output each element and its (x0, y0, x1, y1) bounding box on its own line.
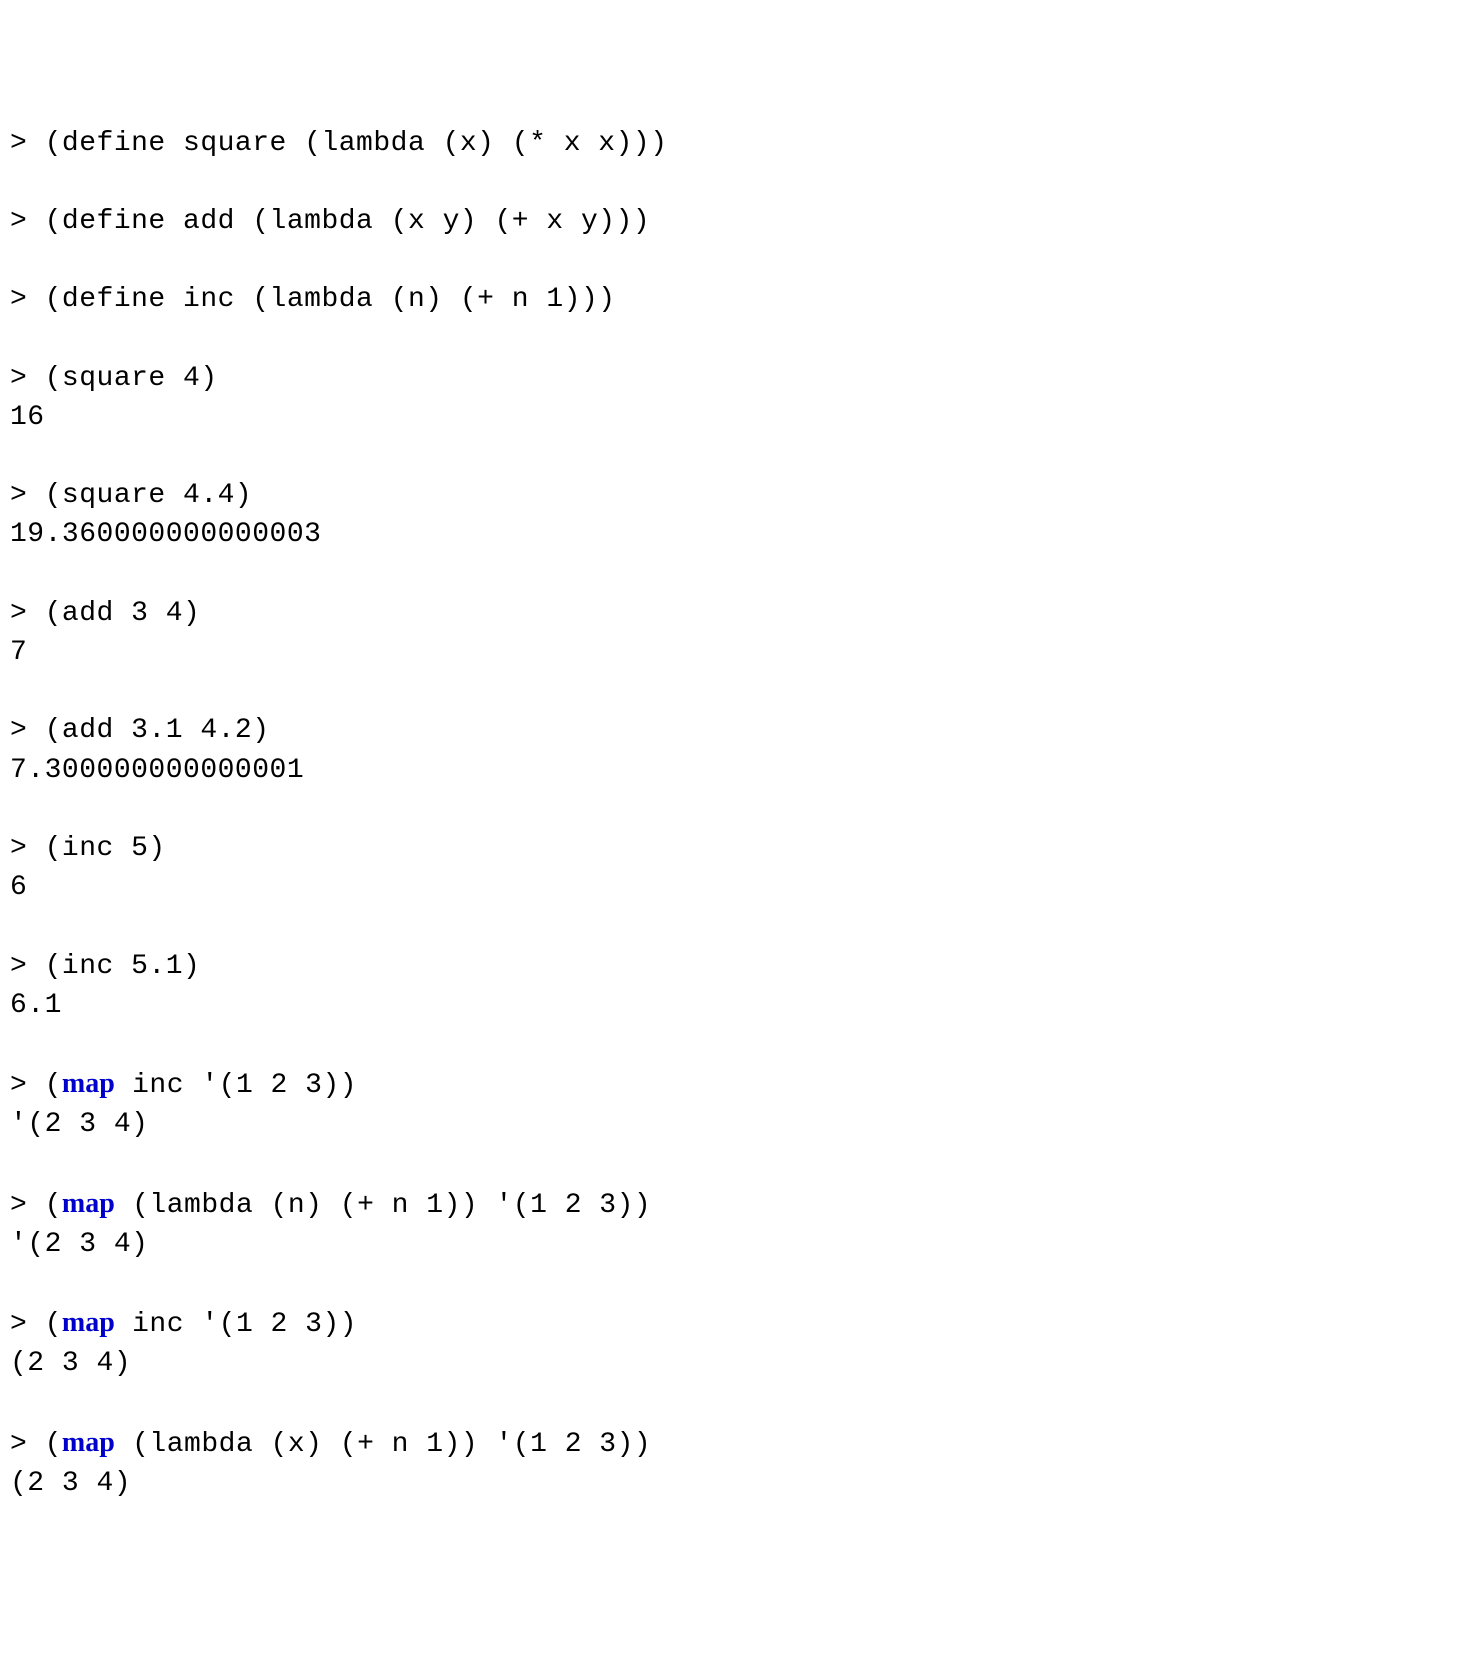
repl-input-line: > (map (lambda (x) (+ n 1)) '(1 2 3)) (10, 1423, 1460, 1464)
repl-transcript: > (define square (lambda (x) (* x x))) > … (10, 124, 1460, 1504)
blank-line (10, 437, 1460, 476)
blank-line (10, 790, 1460, 829)
code-text: 6.1 (10, 990, 62, 1021)
blank-line (10, 1264, 1460, 1303)
code-text: > (square 4.4) (10, 480, 252, 511)
code-text: '(2 3 4) (10, 1109, 148, 1140)
code-text: > ( (10, 1190, 62, 1221)
repl-output-line: 6 (10, 868, 1460, 907)
blank-line (10, 163, 1460, 202)
repl-input-line: > (inc 5.1) (10, 947, 1460, 986)
repl-input-line: > (define add (lambda (x y) (+ x y))) (10, 202, 1460, 241)
code-text: inc '(1 2 3)) (115, 1070, 357, 1101)
repl-output-line: 6.1 (10, 986, 1460, 1025)
repl-output-line: '(2 3 4) (10, 1225, 1460, 1264)
code-text: 7 (10, 637, 27, 668)
code-text: > ( (10, 1070, 62, 1101)
keyword-map: map (62, 1427, 115, 1458)
code-text: (lambda (x) (+ n 1)) '(1 2 3)) (115, 1429, 651, 1460)
blank-line (10, 672, 1460, 711)
blank-line (10, 320, 1460, 359)
blank-line (10, 1144, 1460, 1183)
repl-output-line: (2 3 4) (10, 1464, 1460, 1503)
repl-output-line: 7 (10, 633, 1460, 672)
repl-output-line: 16 (10, 398, 1460, 437)
code-text: 16 (10, 402, 45, 433)
code-text: 6 (10, 872, 27, 903)
blank-line (10, 241, 1460, 280)
repl-input-line: > (map inc '(1 2 3)) (10, 1064, 1460, 1105)
code-text: > (add 3 4) (10, 598, 200, 629)
repl-input-line: > (map (lambda (n) (+ n 1)) '(1 2 3)) (10, 1184, 1460, 1225)
code-text: 7.300000000000001 (10, 755, 304, 786)
code-text: 19.360000000000003 (10, 519, 321, 550)
repl-input-line: > (define inc (lambda (n) (+ n 1))) (10, 280, 1460, 319)
repl-input-line: > (inc 5) (10, 829, 1460, 868)
code-text: (2 3 4) (10, 1468, 131, 1499)
code-text: > (inc 5.1) (10, 951, 200, 982)
repl-input-line: > (define square (lambda (x) (* x x))) (10, 124, 1460, 163)
code-text: > ( (10, 1309, 62, 1340)
code-text: (lambda (n) (+ n 1)) '(1 2 3)) (115, 1190, 651, 1221)
repl-output-line: 19.360000000000003 (10, 515, 1460, 554)
code-text: > ( (10, 1429, 62, 1460)
repl-input-line: > (square 4.4) (10, 476, 1460, 515)
code-text: > (define inc (lambda (n) (+ n 1))) (10, 284, 616, 315)
code-text: inc '(1 2 3)) (115, 1309, 357, 1340)
code-text: > (define add (lambda (x y) (+ x y))) (10, 206, 650, 237)
blank-line (10, 555, 1460, 594)
code-text: > (define square (lambda (x) (* x x))) (10, 128, 668, 159)
repl-output-line: '(2 3 4) (10, 1105, 1460, 1144)
code-text: > (square 4) (10, 363, 218, 394)
repl-input-line: > (add 3 4) (10, 594, 1460, 633)
code-text: (2 3 4) (10, 1348, 131, 1379)
keyword-map: map (62, 1307, 115, 1338)
repl-input-line: > (add 3.1 4.2) (10, 711, 1460, 750)
repl-input-line: > (square 4) (10, 359, 1460, 398)
keyword-map: map (62, 1188, 115, 1219)
repl-output-line: 7.300000000000001 (10, 751, 1460, 790)
blank-line (10, 1025, 1460, 1064)
blank-line (10, 1384, 1460, 1423)
keyword-map: map (62, 1068, 115, 1099)
code-text: '(2 3 4) (10, 1229, 148, 1260)
blank-line (10, 907, 1460, 946)
repl-input-line: > (map inc '(1 2 3)) (10, 1303, 1460, 1344)
code-text: > (add 3.1 4.2) (10, 715, 270, 746)
repl-output-line: (2 3 4) (10, 1344, 1460, 1383)
code-text: > (inc 5) (10, 833, 166, 864)
